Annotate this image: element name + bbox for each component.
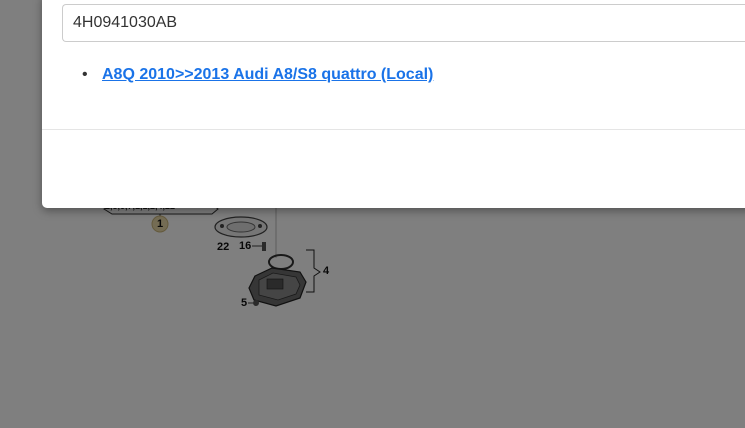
modal-footer xyxy=(42,129,745,208)
search-result-link[interactable]: A8Q 2010>>2013 Audi A8/S8 quattro (Local… xyxy=(102,66,433,83)
search-result-item: • A8Q 2010>>2013 Audi A8/S8 quattro (Loc… xyxy=(82,65,433,85)
part-number-search-input[interactable] xyxy=(62,4,745,42)
bullet-icon: • xyxy=(82,66,88,83)
search-results-list: • A8Q 2010>>2013 Audi A8/S8 quattro (Loc… xyxy=(82,65,433,85)
modal-body: • A8Q 2010>>2013 Audi A8/S8 quattro (Loc… xyxy=(42,0,745,129)
search-modal: • A8Q 2010>>2013 Audi A8/S8 quattro (Loc… xyxy=(42,0,745,208)
